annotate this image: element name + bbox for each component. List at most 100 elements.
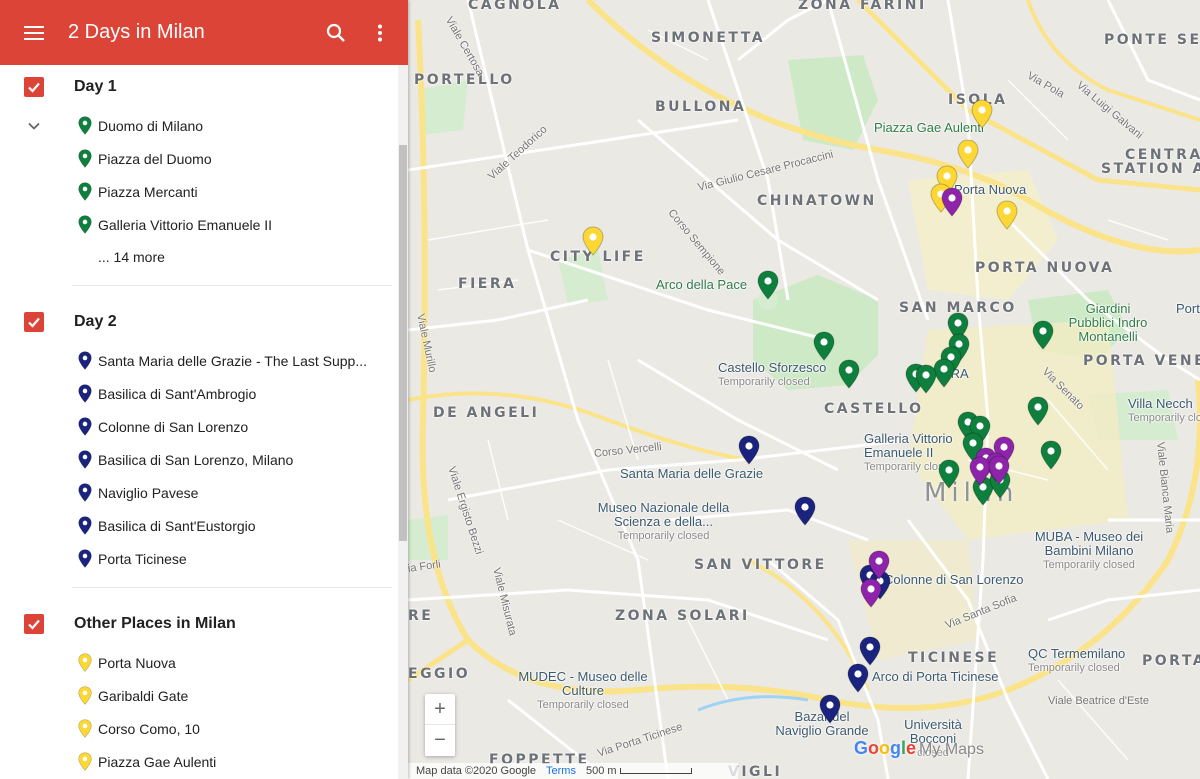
map-marker-pin[interactable] [738, 435, 760, 465]
zoom-in-button[interactable]: + [425, 694, 455, 725]
poi-label-qc[interactable]: QC Termemilano Temporarily closed [1028, 647, 1125, 675]
map-marker-pin[interactable] [1040, 440, 1062, 470]
list-item-label: Galleria Vittorio Emanuele II [98, 216, 273, 233]
map-marker-pin[interactable] [582, 226, 604, 256]
zoom-control: + − [425, 694, 455, 756]
area-label: CHINATOWN [757, 193, 877, 209]
map-marker-pin[interactable] [1027, 396, 1049, 426]
area-label: CASTELLO [824, 401, 924, 417]
layer-name[interactable]: Other Places in Milan [74, 615, 236, 633]
poi-status: Temporarily closed [718, 376, 810, 388]
map-marker-pin[interactable] [860, 578, 882, 608]
map-marker-pin[interactable] [838, 359, 860, 389]
list-item[interactable]: Porta Ticinese [0, 542, 408, 575]
poi-label-santa-maria[interactable]: Santa Maria delle Grazie [620, 467, 763, 481]
area-label: BULLONA [655, 99, 747, 115]
layer-name[interactable]: Day 1 [74, 78, 117, 96]
layer-checkbox[interactable] [24, 77, 44, 97]
list-item[interactable]: Basilica di Sant'Eustorgio [0, 509, 408, 542]
list-item[interactable]: Naviglio Pavese [0, 476, 408, 509]
google-my-maps-logo: Google My Maps [854, 738, 984, 758]
layer-checkbox[interactable] [24, 614, 44, 634]
layer-header[interactable]: Day 2 [0, 300, 408, 344]
scrollbar-track[interactable] [398, 65, 408, 779]
poi-status: Temporarily closed [1043, 559, 1135, 571]
location-pin-icon [78, 215, 92, 234]
scrollbar-thumb[interactable] [399, 145, 407, 541]
map-marker-pin[interactable] [757, 270, 779, 300]
list-item[interactable]: Corso Como, 10 [0, 712, 408, 745]
map-marker-pin[interactable] [938, 459, 960, 489]
layers-content: Day 1 Duomo di Milano Piazza del Duomo Piaz… [0, 65, 408, 778]
zoom-out-button[interactable]: − [425, 725, 455, 756]
list-item[interactable]: Colonne di San Lorenzo [0, 410, 408, 443]
list-item[interactable]: Santa Maria delle Grazie - The Last Supp… [0, 344, 408, 377]
poi-name: Villa Necch [1128, 396, 1193, 411]
poi-label-museo[interactable]: Museo Nazionale della Scienza e della...… [591, 501, 736, 543]
list-item-label: Santa Maria delle Grazie - The Last Supp… [98, 352, 367, 369]
map-marker-pin[interactable] [868, 550, 890, 580]
more-vert-icon [378, 24, 382, 41]
check-icon [28, 317, 40, 328]
sidebar: 2 Days in Milan Day 1 Duomo di Milano Piaz… [0, 0, 408, 779]
poi-label-castello[interactable]: Castello Sforzesco Temporarily closed [718, 361, 826, 389]
list-item[interactable]: Galleria Vittorio Emanuele II [0, 208, 408, 241]
map-marker-pin[interactable] [859, 636, 881, 666]
search-icon [326, 23, 345, 42]
map-marker-pin[interactable] [988, 455, 1010, 485]
list-item-label: Piazza Mercanti [98, 183, 198, 200]
list-item[interactable]: Basilica di San Lorenzo, Milano [0, 443, 408, 476]
list-item[interactable]: Garibaldi Gate [0, 679, 408, 712]
map-title[interactable]: 2 Days in Milan [68, 21, 312, 44]
poi-label-mudec[interactable]: MUDEC - Museo delle Culture Temporarily c… [518, 670, 648, 712]
location-pin-icon [78, 653, 92, 672]
layer-checkbox[interactable] [24, 312, 44, 332]
poi-status: Temporarily closed [537, 699, 629, 711]
layer-header[interactable]: Day 1 [0, 65, 408, 109]
map-marker-pin[interactable] [971, 99, 993, 129]
list-item[interactable]: Basilica di Sant'Ambrogio [0, 377, 408, 410]
map-marker-pin[interactable] [996, 200, 1018, 230]
list-item[interactable]: Porta Nuova [0, 646, 408, 679]
poi-name: QC Termemilano [1028, 646, 1126, 661]
scale-label: 500 m [586, 765, 692, 777]
poi-label-arco-della-pace[interactable]: Arco della Pace [656, 278, 747, 292]
menu-button[interactable] [0, 0, 68, 65]
poi-label-giardini[interactable]: Giardini Pubblici Indro Montanelli [1068, 302, 1148, 344]
map-marker-pin[interactable] [1032, 320, 1054, 350]
map-marker-pin[interactable] [957, 139, 979, 169]
location-pin-icon [78, 417, 92, 436]
map-marker-pin[interactable] [941, 187, 963, 217]
list-item[interactable]: Duomo di Milano [0, 109, 408, 142]
poi-label-colonne[interactable]: Colonne di San Lorenzo [884, 573, 1024, 587]
map-marker-pin[interactable] [813, 331, 835, 361]
map-marker-pin[interactable] [847, 663, 869, 693]
map-marker-pin[interactable] [819, 694, 841, 724]
poi-label-porta-station[interactable]: Porta [1176, 302, 1200, 316]
list-item-label: Naviglio Pavese [98, 484, 199, 501]
search-button[interactable] [312, 0, 360, 65]
more-options-button[interactable] [360, 0, 400, 65]
location-pin-icon [78, 752, 92, 771]
list-item[interactable]: Piazza del Duomo [0, 142, 408, 175]
location-pin-icon [78, 116, 92, 135]
layer-header[interactable]: Other Places in Milan [0, 602, 408, 646]
show-more-link[interactable]: ... 14 more [0, 241, 408, 273]
poi-name: Museo Nazionale della Scienza e della... [597, 500, 730, 529]
chevron-down-icon[interactable] [25, 117, 43, 135]
poi-label-arco-ticinese[interactable]: Arco di Porta Ticinese [872, 670, 998, 684]
list-item[interactable]: Piazza Mercanti [0, 175, 408, 208]
map-canvas[interactable]: CAGNOLA ZONA FARINI SIMONETTA PONTE SEVE… [408, 0, 1200, 779]
terms-link[interactable]: Terms [546, 765, 576, 777]
poi-label-gae-aulenti[interactable]: Piazza Gae Aulenti [874, 121, 984, 135]
map-marker-pin[interactable] [915, 364, 937, 394]
map-marker-pin[interactable] [794, 496, 816, 526]
layer-name[interactable]: Day 2 [74, 313, 117, 331]
list-item[interactable]: Piazza Gae Aulenti [0, 745, 408, 778]
area-label: DE ANGELI [433, 405, 540, 421]
poi-label-muba[interactable]: MUBA - Museo dei Bambini Milano Temporari… [1024, 530, 1154, 572]
poi-label-villa[interactable]: Villa Necch Temporarily clo [1128, 397, 1200, 425]
area-label: ZONA FARINI [798, 0, 927, 13]
poi-label-porta-nuova[interactable]: Porta Nuova [954, 183, 1026, 197]
list-item-label: Piazza Gae Aulenti [98, 753, 217, 770]
